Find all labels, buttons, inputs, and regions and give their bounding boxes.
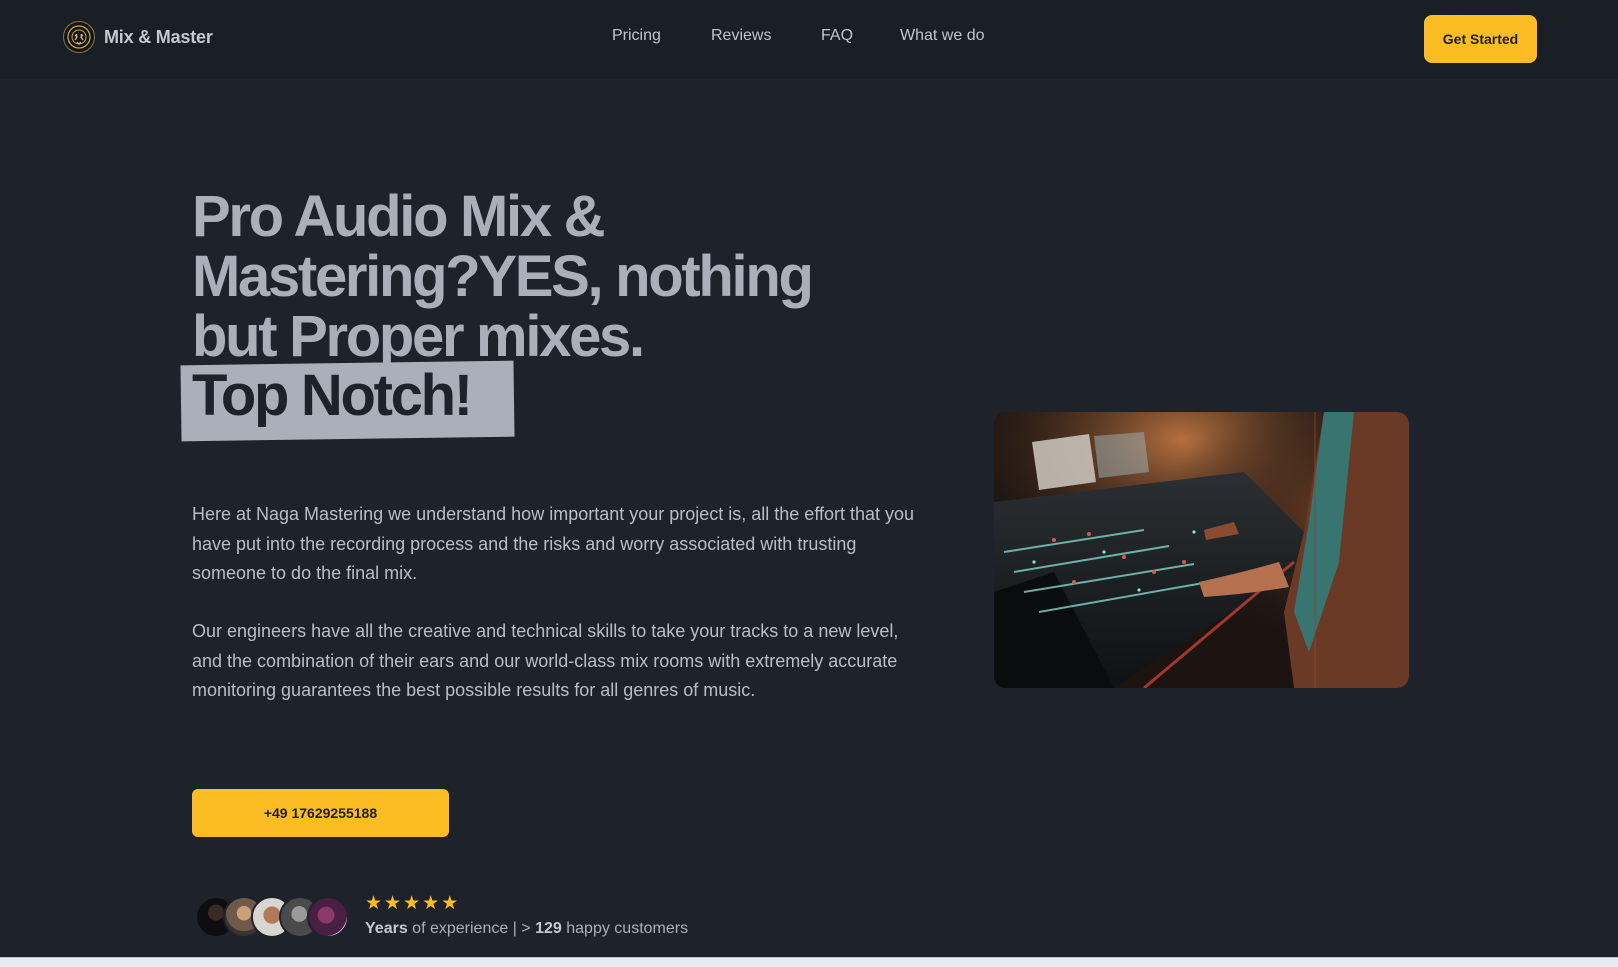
landing-page: Mix & Master Pricing Reviews FAQ What we… xyxy=(0,0,1618,967)
site-header: Mix & Master Pricing Reviews FAQ What we… xyxy=(0,0,1618,79)
brand-name: Mix & Master xyxy=(104,26,213,47)
experience-summary: Years of experience | > 129 happy custom… xyxy=(365,920,688,938)
rating-stars: ★ ★ ★ ★ ★ xyxy=(365,894,458,914)
star-icon: ★ xyxy=(441,893,459,914)
experience-label: of experience xyxy=(412,920,509,937)
get-started-button[interactable]: Get Started xyxy=(1424,15,1537,63)
customer-count: 129 xyxy=(535,920,562,937)
years-label: Years xyxy=(365,920,408,937)
brand[interactable]: Mix & Master xyxy=(63,21,213,53)
mixing-console-illustration xyxy=(994,412,1409,688)
nav-link-what-we-do[interactable]: What we do xyxy=(900,27,984,45)
headline-highlight-text: Top Notch! xyxy=(192,363,473,428)
engineers-paragraph: Our engineers have all the creative and … xyxy=(192,621,899,700)
headline-line: but Proper mixes. xyxy=(192,304,645,369)
star-icon: ★ xyxy=(384,893,402,914)
avatar xyxy=(307,896,349,938)
nav-link-reviews[interactable]: Reviews xyxy=(711,27,771,45)
mixing-console-photo xyxy=(994,412,1409,688)
hero-headline: Pro Audio Mix & Mastering?YES, nothing b… xyxy=(192,187,912,367)
nav-link-faq[interactable]: FAQ xyxy=(821,27,853,45)
headline-line: Pro Audio Mix & xyxy=(192,184,606,249)
star-icon: ★ xyxy=(422,893,440,914)
phone-call-button[interactable]: +49 17629255188 xyxy=(192,789,449,837)
intro-paragraph: Here at Naga Mastering we understand how… xyxy=(192,504,915,583)
star-icon: ★ xyxy=(365,893,383,914)
lion-logo-icon xyxy=(63,21,95,53)
star-icon: ★ xyxy=(403,893,421,914)
customers-label: happy customers xyxy=(566,920,689,937)
separator: | > xyxy=(512,920,531,937)
nav-link-pricing[interactable]: Pricing xyxy=(612,27,661,45)
customer-avatars xyxy=(195,896,355,938)
headline-line: Mastering?YES, nothing xyxy=(192,244,814,309)
horizontal-scrollbar[interactable] xyxy=(0,957,1618,967)
